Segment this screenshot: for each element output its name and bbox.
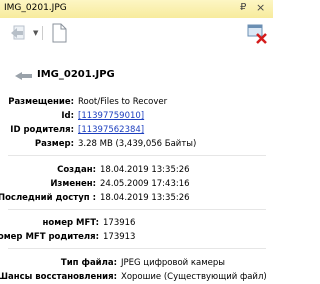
parent-id-label: ID родителя: <box>10 125 74 135</box>
accessed-value: 18.04.2019 13:35:26 <box>100 193 190 203</box>
divider <box>8 155 266 156</box>
accessed-row: Последний доступ : <box>0 193 96 205</box>
file-type-row: Тип файла: <box>0 258 117 270</box>
file-type-label: Тип файла: <box>60 258 117 268</box>
delete-button[interactable] <box>245 22 267 44</box>
window-title: IMG_0201.JPG <box>4 3 67 13</box>
file-name: IMG_0201.JPG <box>37 69 115 80</box>
delete-document-icon <box>247 24 267 44</box>
parent-mft-value: 173913 <box>103 232 136 242</box>
recovery-chance-row: Шансы восстановления: <box>0 272 117 284</box>
file-type-value: JPEG цифровой камеры <box>121 258 225 268</box>
recovery-chance-value: Хорошие (Существующий файл) <box>121 272 267 282</box>
divider <box>8 248 266 249</box>
chevron-down-icon[interactable]: ▼ <box>33 29 38 37</box>
id-label: Id: <box>61 111 74 121</box>
modified-label: Изменен: <box>50 179 96 189</box>
file-arrow-icon <box>15 72 32 80</box>
created-value: 18.04.2019 13:35:26 <box>100 165 190 175</box>
mft-value: 173916 <box>103 218 136 228</box>
pin-icon[interactable]: ₽ <box>240 2 246 13</box>
id-row: Id: <box>0 111 74 123</box>
document-icon <box>52 23 67 43</box>
location-value: Root/Files to Recover <box>78 97 168 107</box>
parent-mft-label: Номер MFT родителя: <box>0 232 99 242</box>
close-icon[interactable]: × <box>256 1 265 14</box>
open-file-button[interactable] <box>48 22 70 44</box>
divider <box>8 209 266 210</box>
modified-value: 24.05.2009 17:43:16 <box>100 179 190 189</box>
toolbar-separator <box>42 26 43 40</box>
location-label: Размещение: <box>8 97 74 107</box>
id-link[interactable]: [11397759010] <box>78 111 144 121</box>
recovery-chance-label: Шансы восстановления: <box>0 272 117 282</box>
size-row: Размер: <box>0 139 74 151</box>
modified-row: Изменен: <box>0 179 96 191</box>
size-label: Размер: <box>34 139 74 149</box>
parent-id-link[interactable]: [11397562384] <box>78 125 144 135</box>
parent-id-row: ID родителя: <box>0 125 74 137</box>
location-row: Размещение: <box>0 97 74 109</box>
mft-label: номер MFT: <box>42 218 99 228</box>
created-label: Создан: <box>57 165 96 175</box>
back-arrow-icon <box>11 25 25 40</box>
size-value: 3.28 MB (3,439,056 Байты) <box>78 139 197 149</box>
toolbar: ▼ <box>0 18 273 50</box>
mft-row: номер MFT: <box>0 218 99 230</box>
parent-mft-row: Номер MFT родителя: <box>0 232 99 244</box>
accessed-label: Последний доступ : <box>0 193 96 203</box>
title-bar: IMG_0201.JPG ₽ × <box>0 0 273 19</box>
back-button[interactable] <box>8 22 30 44</box>
created-row: Создан: <box>0 165 96 177</box>
